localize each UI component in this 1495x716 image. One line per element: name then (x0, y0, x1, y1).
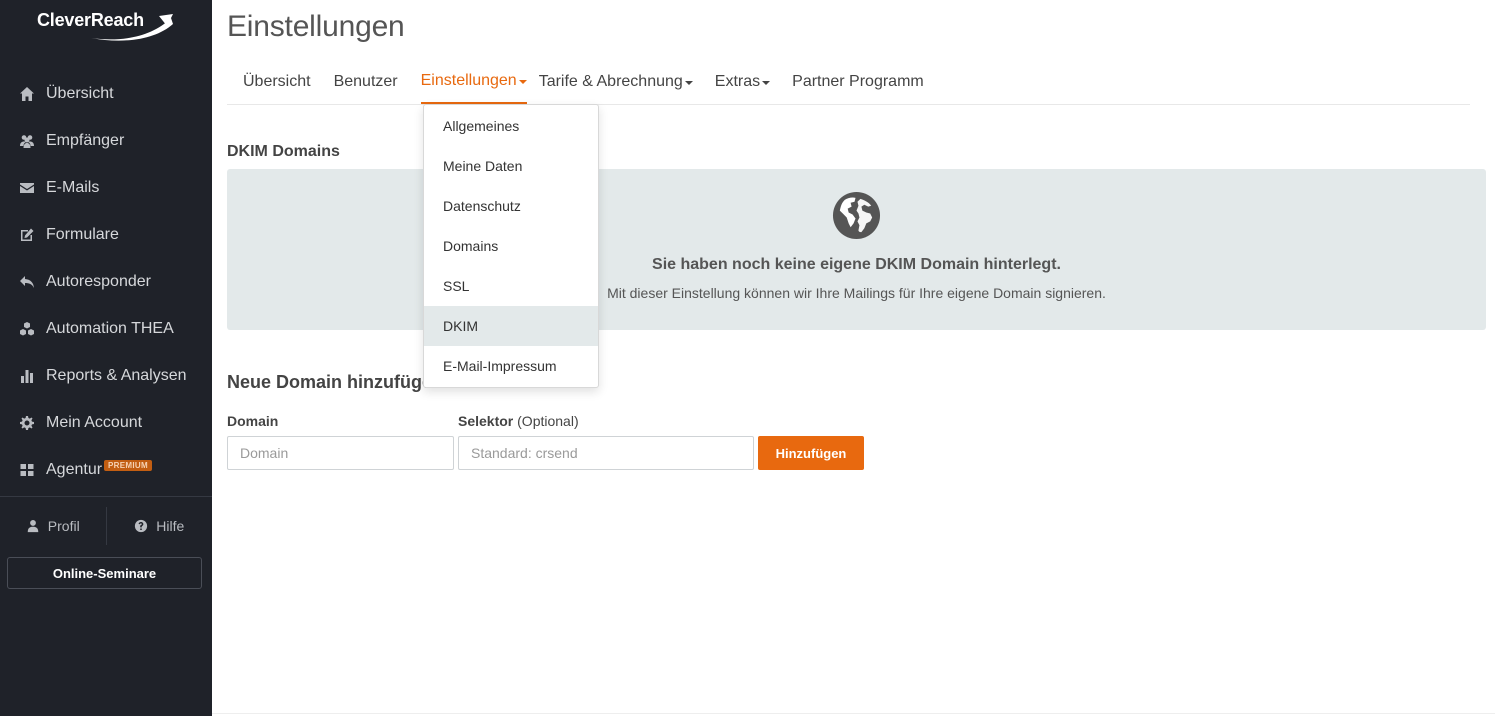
tab-label: Übersicht (243, 73, 311, 90)
caret-down-icon (684, 81, 693, 85)
sidebar-nav: Übersicht Empfänger E-Mails Formulare Au… (0, 70, 212, 493)
footer-divider (212, 713, 1495, 714)
profile-label: Profil (47, 518, 80, 534)
sidebar-item-formulare[interactable]: Formulare (0, 211, 212, 258)
sidebar-item-label: Empfänger (46, 131, 125, 149)
home-icon (18, 85, 36, 103)
dropdown-item-datenschutz[interactable]: Datenschutz (424, 186, 598, 226)
dkim-empty-state: Sie haben noch keine eigene DKIM Domain … (227, 169, 1486, 330)
sidebar-item-uebersicht[interactable]: Übersicht (0, 70, 212, 117)
domain-label-text: Domain (227, 413, 279, 429)
domain-input[interactable] (227, 436, 454, 470)
selector-input[interactable] (458, 436, 754, 470)
online-seminare-button[interactable]: Online-Seminare (7, 557, 202, 589)
sidebar-item-label: Formulare (46, 225, 119, 243)
tab-label: Partner Programm (792, 73, 924, 90)
dropdown-item-meine-daten[interactable]: Meine Daten (424, 146, 598, 186)
selector-label: Selektor (Optional) (458, 413, 579, 429)
tab-benutzer[interactable]: Benutzer (323, 60, 410, 104)
dkim-domains-heading: DKIM Domains (227, 143, 340, 160)
sidebar: CleverReach Übersicht Empfänger E-Mails … (0, 0, 212, 716)
sidebar-item-label: Automation THEA (46, 319, 174, 337)
sidebar-item-automation-thea[interactable]: Automation THEA (0, 305, 212, 352)
sidebar-item-empfaenger[interactable]: Empfänger (0, 117, 212, 164)
sidebar-item-mein-account[interactable]: Mein Account (0, 399, 212, 446)
help-label: Hilfe (156, 518, 185, 534)
page-title: Einstellungen (227, 10, 405, 43)
edit-icon (18, 226, 36, 244)
reply-icon (18, 273, 36, 291)
tab-label: Einstellungen (420, 72, 517, 89)
users-icon (18, 132, 36, 150)
tab-einstellungen[interactable]: Einstellungen (420, 60, 527, 104)
tab-label: Tarife & Abrechnung (538, 73, 683, 90)
sidebar-item-agentur[interactable]: Agentur PREMIUM (0, 446, 212, 493)
tab-label: Extras (714, 73, 761, 90)
bar-chart-icon (18, 367, 36, 385)
help-link[interactable]: Hilfe (107, 503, 213, 549)
dropdown-item-domains[interactable]: Domains (424, 226, 598, 266)
sidebar-item-emails[interactable]: E-Mails (0, 164, 212, 211)
premium-badge: PREMIUM (104, 460, 152, 471)
sidebar-item-label: Übersicht (46, 84, 114, 102)
brand-logo[interactable]: CleverReach (37, 8, 173, 42)
logo-swoosh-icon (91, 14, 173, 41)
add-domain-button[interactable]: Hinzufügen (758, 436, 864, 470)
sidebar-item-reports[interactable]: Reports & Analysen (0, 352, 212, 399)
selector-label-text: Selektor (458, 413, 514, 429)
domain-label: Domain (227, 413, 278, 429)
question-circle-icon (135, 519, 148, 533)
caret-down-icon (518, 80, 527, 84)
settings-tabs: Übersicht Benutzer Einstellungen Tarife … (227, 60, 1470, 105)
sidebar-divider (0, 496, 212, 497)
tab-partner-programm[interactable]: Partner Programm (782, 60, 936, 104)
dropdown-item-ssl[interactable]: SSL (424, 266, 598, 306)
empty-state-description: Mit dieser Einstellung können wir Ihre M… (607, 285, 1106, 301)
cubes-icon (18, 320, 36, 338)
grid-icon (18, 461, 36, 479)
tab-label: Benutzer (333, 73, 398, 90)
new-domain-heading: Neue Domain hinzufügen (227, 372, 443, 392)
tab-extras[interactable]: Extras (705, 60, 782, 104)
dropdown-item-dkim[interactable]: DKIM (424, 306, 598, 346)
gear-icon (18, 414, 36, 432)
sidebar-item-label: Autoresponder (46, 272, 151, 290)
tab-tarife-abrechnung[interactable]: Tarife & Abrechnung (539, 60, 705, 104)
tab-uebersicht[interactable]: Übersicht (227, 60, 323, 104)
sidebar-item-label: Mein Account (46, 413, 143, 431)
sidebar-item-autoresponder[interactable]: Autoresponder (0, 258, 212, 305)
empty-state-title: Sie haben noch keine eigene DKIM Domain … (652, 256, 1061, 273)
envelope-icon (18, 179, 36, 197)
globe-icon (832, 191, 881, 240)
sidebar-item-label: Reports & Analysen (46, 366, 187, 384)
profile-link[interactable]: Profil (0, 503, 106, 549)
sidebar-item-label: E-Mails (46, 178, 100, 196)
dropdown-item-email-impressum[interactable]: E-Mail-Impressum (424, 346, 598, 386)
sidebar-footer: Profil Hilfe (0, 503, 212, 549)
selector-optional-text: (Optional) (517, 413, 579, 429)
user-icon (27, 520, 39, 533)
einstellungen-dropdown-menu: Allgemeines Meine Daten Datenschutz Doma… (423, 104, 599, 388)
dropdown-item-allgemeines[interactable]: Allgemeines (424, 106, 598, 146)
caret-down-icon (762, 81, 771, 85)
sidebar-item-label: Agentur (46, 460, 103, 478)
